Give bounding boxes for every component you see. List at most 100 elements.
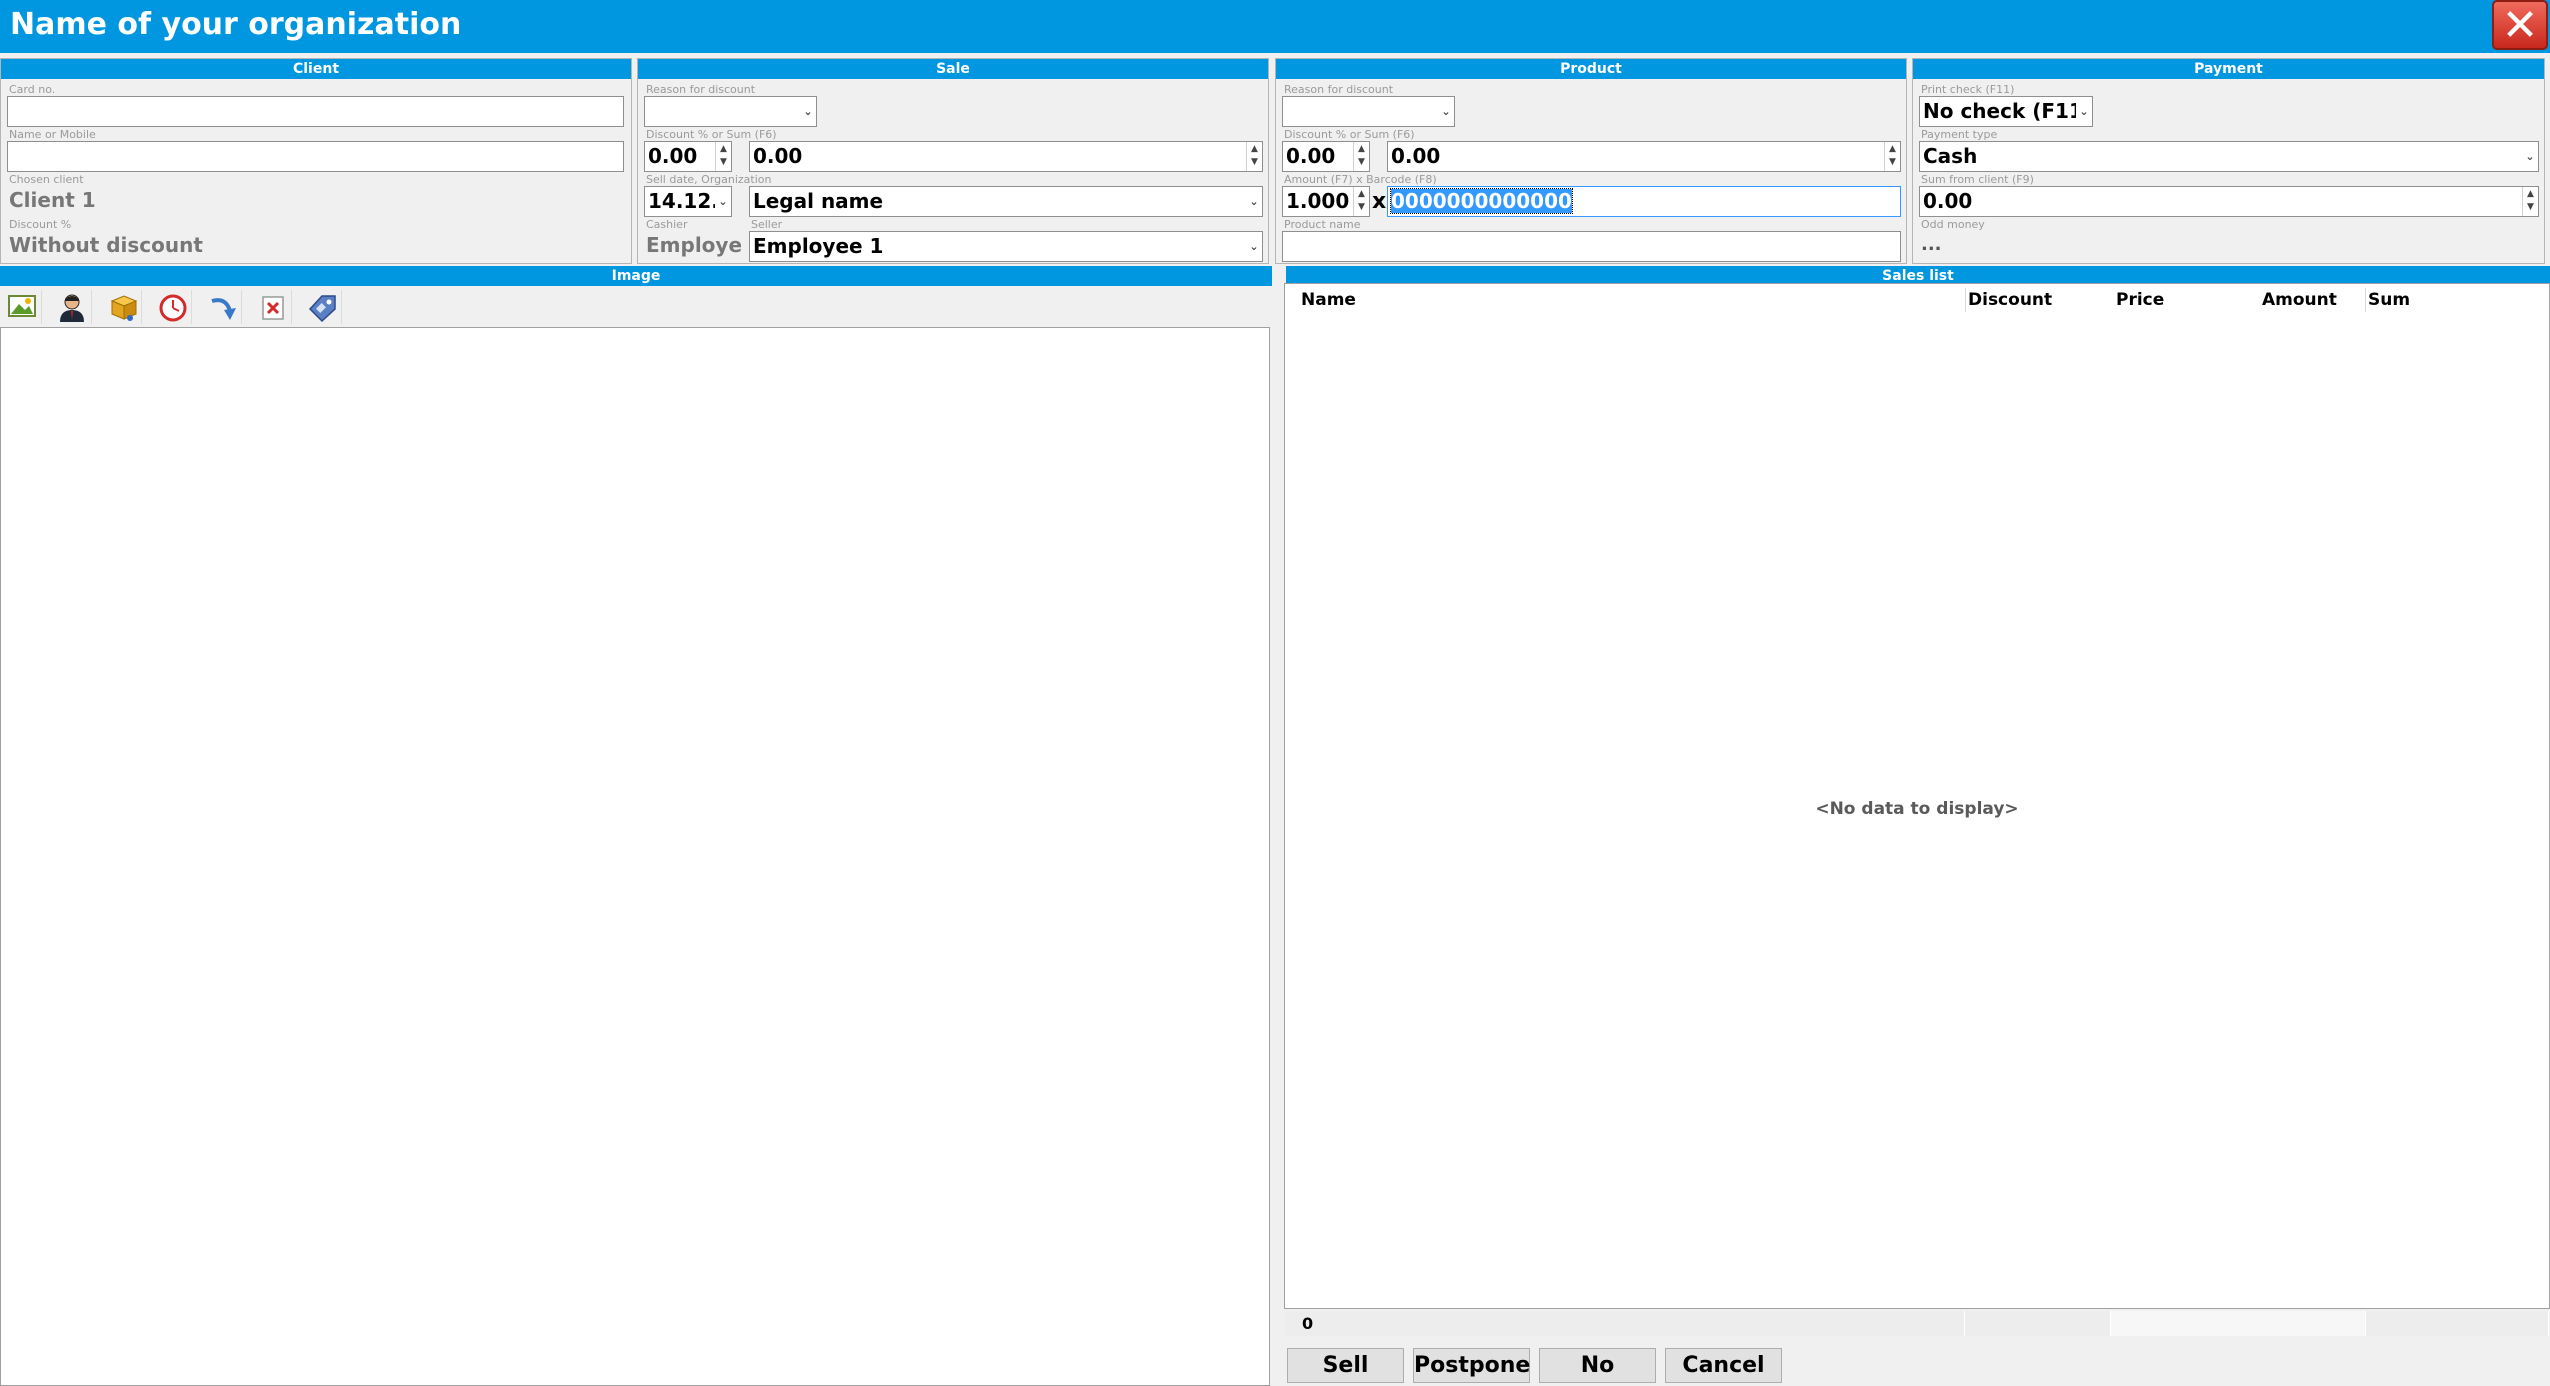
odd-money-label: Odd money [1921, 218, 1985, 231]
chevron-down-icon: ⌄ [2076, 97, 2092, 126]
return-button[interactable] [202, 290, 242, 324]
seller-select[interactable]: Employee 1 ⌄ [749, 231, 1263, 262]
image-button[interactable] [2, 290, 42, 324]
payment-header: Payment [1913, 59, 2544, 79]
close-icon: ✕ [2501, 0, 2539, 51]
card-no-input[interactable] [7, 96, 624, 127]
amount-input[interactable]: 1.000 ▲ ▼ [1282, 186, 1370, 217]
chosen-client-label: Chosen client [9, 173, 84, 186]
spin-arrows-icon[interactable]: ▲ ▼ [1353, 187, 1369, 216]
chevron-down-icon: ⌄ [1246, 187, 1262, 216]
client-header: Client [1, 59, 631, 79]
product-discount-sum-value: 0.00 [1391, 144, 1441, 168]
product-discount-percent-value: 0.00 [1286, 144, 1336, 168]
product-header: Product [1276, 59, 1906, 79]
client-discount-value: Without discount [9, 233, 203, 257]
seller-value: Employee 1 [753, 234, 884, 258]
product-reason-label: Reason for discount [1284, 83, 1394, 96]
spin-arrows-icon[interactable]: ▲ ▼ [2522, 187, 2538, 216]
tag-icon [308, 295, 336, 323]
delete-button[interactable] [252, 290, 292, 324]
product-discount-percent-input[interactable]: 0.00 ▲ ▼ [1282, 141, 1370, 172]
barcode-input[interactable]: 0000000000000 [1387, 186, 1901, 217]
history-button[interactable] [152, 290, 192, 324]
footer-cell-price-amount [2111, 1311, 2366, 1336]
cart-button[interactable] [102, 290, 142, 324]
clock-icon [159, 294, 187, 322]
payment-type-label: Payment type [1921, 128, 1998, 141]
sale-discount-sum-input[interactable]: 0.00 ▲ ▼ [749, 141, 1263, 172]
card-no-label: Card no. [9, 83, 56, 96]
sell-button[interactable]: Sell [1287, 1348, 1404, 1383]
product-panel: Product Reason for discount ⌄ Discount %… [1275, 58, 1907, 264]
sale-discount-sum-value: 0.00 [753, 144, 803, 168]
product-discount-label: Discount % or Sum (F6) [1284, 128, 1415, 141]
discount-percent-label: Discount % [9, 218, 72, 231]
cancel-button[interactable]: Cancel [1665, 1348, 1782, 1383]
footer-count: 0 [1302, 1314, 1314, 1333]
no-button[interactable]: No [1539, 1348, 1656, 1383]
column-divider [2365, 288, 2366, 312]
close-button[interactable]: ✕ [2492, 0, 2548, 50]
odd-money-value: ... [1921, 234, 1942, 255]
chevron-down-icon: ⌄ [800, 97, 816, 126]
column-header-price[interactable]: Price [2116, 290, 2164, 310]
print-check-label: Print check (F11) [1921, 83, 2015, 96]
cart-icon [110, 295, 138, 321]
print-check-value: No check (F11) [1923, 99, 2092, 123]
sale-discount-percent-input[interactable]: 0.00 ▲ ▼ [644, 141, 732, 172]
footer-cell-discount [1965, 1311, 2111, 1336]
image-icon [8, 295, 36, 317]
footer-cell-sum [2366, 1311, 2549, 1336]
title-bar: Name of your organization ✕ [0, 0, 2550, 53]
client-button[interactable] [52, 290, 92, 324]
column-divider [1965, 288, 1966, 312]
chevron-down-icon: ⌄ [1246, 232, 1262, 261]
discount-tag-button[interactable] [302, 290, 342, 324]
client-panel: Client Card no. Name or Mobile Chosen cl… [0, 58, 632, 264]
postpone-button[interactable]: Postpone [1413, 1348, 1530, 1383]
sales-list-grid[interactable]: Name Discount Price Amount Sum <No data … [1284, 283, 2550, 1336]
empty-state-text: <No data to display> [1815, 799, 2019, 819]
amount-value: 1.000 [1286, 189, 1350, 213]
cashier-value: Employe [646, 233, 741, 257]
product-name-input[interactable] [1282, 231, 1901, 262]
column-header-discount[interactable]: Discount [1968, 290, 2052, 310]
chosen-client-value: Client 1 [9, 188, 96, 212]
print-check-select[interactable]: No check (F11) ⌄ [1919, 96, 2093, 127]
cashier-label: Cashier [646, 218, 688, 231]
organization-select[interactable]: Legal name ⌄ [749, 186, 1263, 217]
seller-label: Seller [751, 218, 783, 231]
delete-icon [262, 296, 284, 320]
spin-arrows-icon[interactable]: ▲ ▼ [1353, 142, 1369, 171]
organization-value: Legal name [753, 189, 884, 213]
sum-from-client-label: Sum from client (F9) [1921, 173, 2034, 186]
column-header-name[interactable]: Name [1301, 290, 1356, 310]
column-header-amount[interactable]: Amount [2262, 290, 2337, 310]
amount-barcode-label: Amount (F7) x Barcode (F8) [1284, 173, 1437, 186]
footer-cell-name: 0 [1285, 1311, 1965, 1336]
sale-reason-select[interactable]: ⌄ [644, 96, 817, 127]
chevron-down-icon: ⌄ [715, 187, 731, 216]
payment-type-select[interactable]: Cash ⌄ [1919, 141, 2539, 172]
spin-arrows-icon[interactable]: ▲ ▼ [1246, 142, 1262, 171]
product-discount-sum-input[interactable]: 0.00 ▲ ▼ [1387, 141, 1901, 172]
grid-footer: 0 [1285, 1311, 2549, 1336]
sale-reason-label: Reason for discount [646, 83, 756, 96]
product-name-label: Product name [1284, 218, 1361, 231]
spin-arrows-icon[interactable]: ▲ ▼ [1884, 142, 1900, 171]
sale-header: Sale [638, 59, 1268, 79]
name-or-mobile-input[interactable] [7, 141, 624, 172]
sell-date-picker[interactable]: 14.12.2 ⌄ [644, 186, 732, 217]
window-title: Name of your organization [10, 7, 462, 42]
spin-arrows-icon[interactable]: ▲ ▼ [715, 142, 731, 171]
sum-from-client-input[interactable]: 0.00 ▲ ▼ [1919, 186, 2539, 217]
sum-from-client-value: 0.00 [1923, 189, 1973, 213]
payment-type-value: Cash [1923, 144, 1978, 168]
product-reason-select[interactable]: ⌄ [1282, 96, 1455, 127]
chevron-down-icon: ⌄ [2522, 142, 2538, 171]
image-toolbar [0, 287, 1270, 325]
pos-window: Name of your organization ✕ Client Card … [0, 0, 2550, 1386]
column-header-sum[interactable]: Sum [2368, 290, 2410, 310]
chevron-down-icon: ⌄ [1438, 97, 1454, 126]
